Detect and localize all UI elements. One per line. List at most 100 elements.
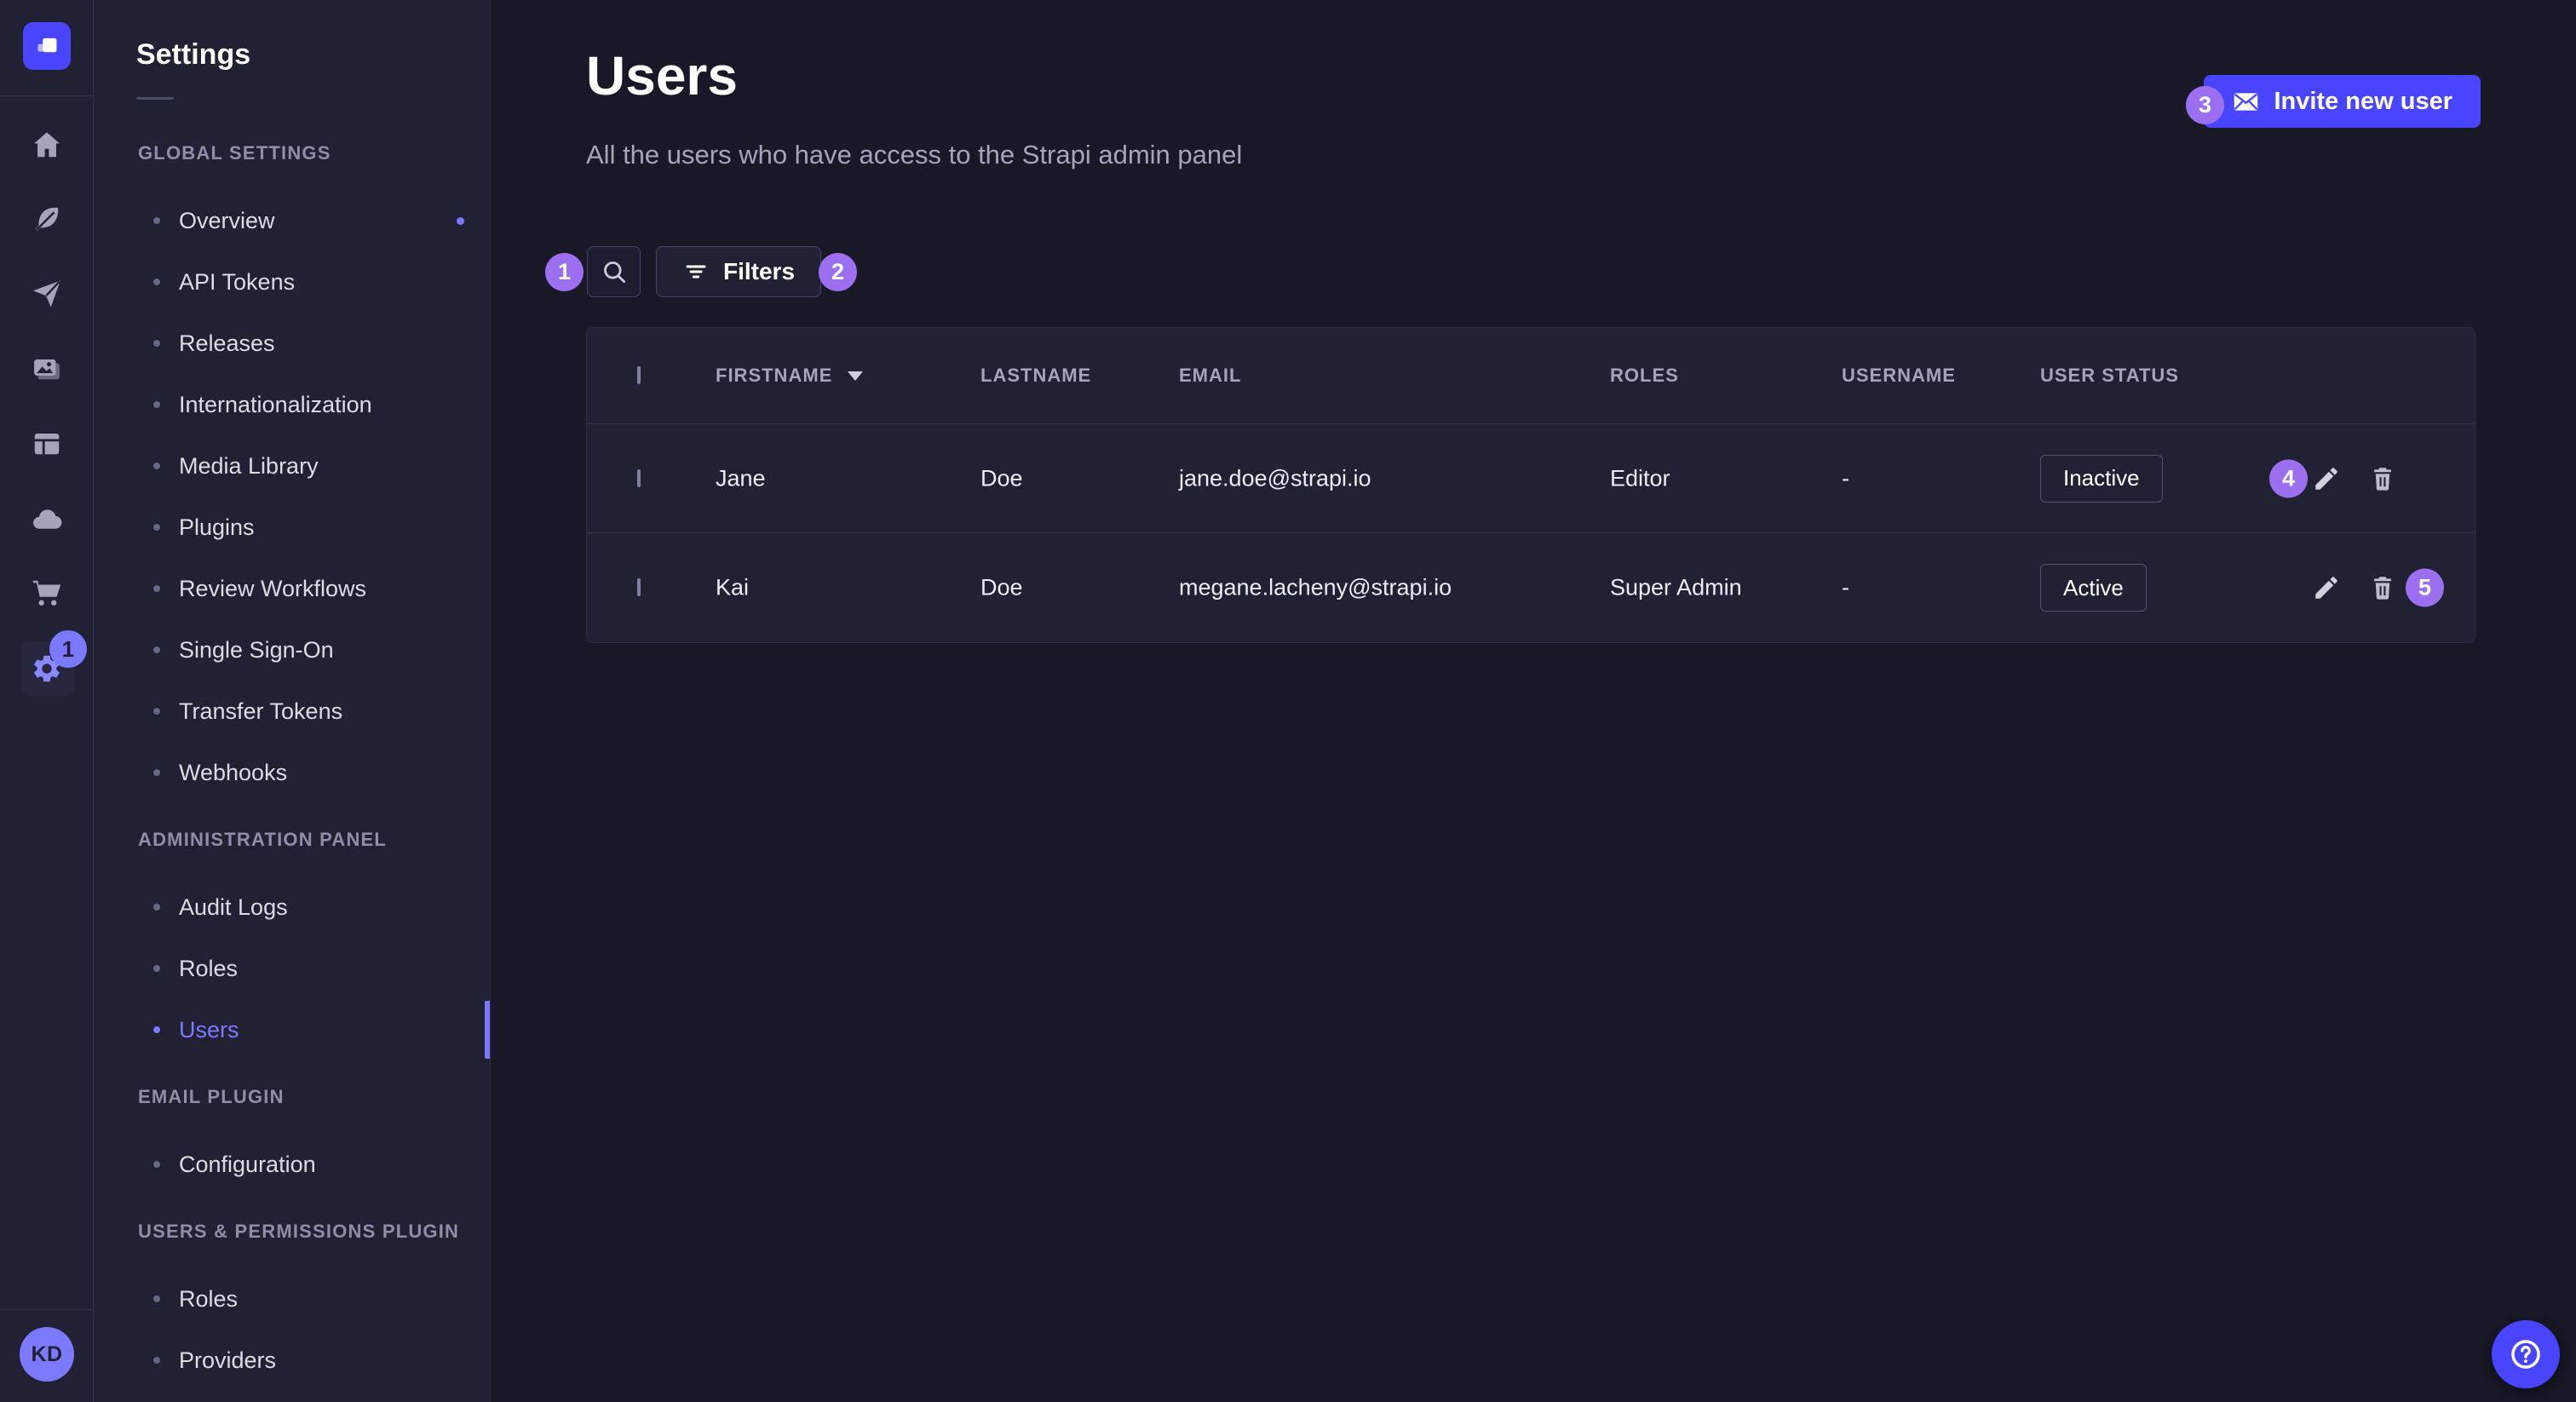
section-label-users-permissions-plugin: USERS & PERMISSIONS PLUGIN <box>138 1221 490 1243</box>
sidebar-item-label: Overview <box>179 208 275 234</box>
sidebar-title-underline <box>136 97 174 100</box>
section-label-global-settings: GLOBAL SETTINGS <box>138 142 490 164</box>
column-header-user-status[interactable]: USER STATUS <box>2040 365 2179 387</box>
main-content: Users All the users who have access to t… <box>492 0 2576 1402</box>
envelope-icon <box>2232 88 2260 116</box>
invite-new-user-button[interactable]: Invite new user <box>2204 75 2481 128</box>
invite-button-label: Invite new user <box>2274 88 2452 116</box>
feather-icon[interactable] <box>30 202 64 236</box>
page-title: Users <box>586 46 738 106</box>
pencil-icon <box>2312 464 2341 493</box>
sidebar-item-users[interactable]: Users <box>94 999 490 1060</box>
settings-notification-badge: 1 <box>49 630 87 668</box>
strapi-admin-app: 1 KD Settings GLOBAL SETTINGS Overview A… <box>0 0 2576 1402</box>
sidebar-item-label: Plugins <box>179 514 255 541</box>
filters-button-label: Filters <box>723 258 795 285</box>
cell-email: jane.doe@strapi.io <box>1179 465 1371 491</box>
sidebar-item-label: Users <box>179 1017 239 1043</box>
strapi-logo-glyph <box>32 32 61 60</box>
home-icon[interactable] <box>30 128 64 162</box>
sidebar-item-audit-logs[interactable]: Audit Logs <box>94 876 490 938</box>
status-badge: Active <box>2040 564 2147 612</box>
status-badge: Inactive <box>2040 455 2163 503</box>
sidebar-item-label: Media Library <box>179 453 319 480</box>
annotation-badge-5: 5 <box>2406 569 2444 607</box>
sidebar-item-media-library[interactable]: Media Library <box>94 435 490 497</box>
media-library-icon[interactable] <box>30 353 64 387</box>
help-button[interactable] <box>2492 1320 2560 1388</box>
cell-username: - <box>1842 465 1849 491</box>
bullet-icon <box>153 585 160 592</box>
annotation-badge-4: 4 <box>2269 459 2308 497</box>
bullet-icon <box>153 401 160 408</box>
sidebar-item-releases[interactable]: Releases <box>94 313 490 374</box>
sidebar-item-transfer-tokens[interactable]: Transfer Tokens <box>94 681 490 742</box>
column-header-firstname[interactable]: FIRSTNAME <box>716 365 863 387</box>
sidebar-item-internationalization[interactable]: Internationalization <box>94 374 490 435</box>
sidebar-item-label: Review Workflows <box>179 576 366 602</box>
layout-icon[interactable] <box>30 427 64 461</box>
sidebar-item-up-roles[interactable]: Roles <box>94 1268 490 1330</box>
search-button[interactable] <box>587 246 641 297</box>
delete-user-button[interactable] <box>2364 569 2401 606</box>
sidebar-item-label: Internationalization <box>179 392 372 418</box>
row-checkbox[interactable] <box>637 469 641 487</box>
row-checkbox[interactable] <box>637 578 641 596</box>
sidebar-item-providers[interactable]: Providers <box>94 1330 490 1391</box>
page-subtitle: All the users who have access to the Str… <box>586 140 1242 170</box>
question-mark-circle-icon <box>2508 1336 2544 1372</box>
table-row-kai[interactable]: Kai Doe megane.lacheny@strapi.io Super A… <box>587 533 2475 642</box>
sidebar-item-admin-roles[interactable]: Roles <box>94 938 490 999</box>
settings-sidebar: Settings GLOBAL SETTINGS Overview API To… <box>94 0 491 1402</box>
user-avatar[interactable]: KD <box>20 1327 74 1382</box>
sidebar-item-single-sign-on[interactable]: Single Sign-On <box>94 619 490 681</box>
filters-button[interactable]: Filters <box>656 246 821 297</box>
bullet-icon <box>153 1357 160 1364</box>
cell-username: - <box>1842 575 1849 601</box>
column-header-roles[interactable]: ROLES <box>1610 365 1679 387</box>
bullet-icon <box>153 1026 160 1033</box>
table-row-jane[interactable]: Jane Doe jane.doe@strapi.io Editor - Ina… <box>587 424 2475 533</box>
sidebar-item-review-workflows[interactable]: Review Workflows <box>94 558 490 619</box>
bullet-icon <box>153 279 160 285</box>
cloud-icon[interactable] <box>30 503 64 537</box>
notification-dot <box>457 217 464 225</box>
bullet-icon <box>153 463 160 469</box>
delete-user-button[interactable] <box>2364 460 2401 497</box>
column-header-lastname[interactable]: LASTNAME <box>980 365 1091 387</box>
sidebar-item-overview[interactable]: Overview <box>94 190 490 251</box>
cell-roles: Editor <box>1610 465 1670 491</box>
select-all-checkbox[interactable] <box>637 366 641 384</box>
sidebar-item-configuration[interactable]: Configuration <box>94 1134 490 1195</box>
strapi-logo[interactable] <box>23 22 71 70</box>
table-toolbar: Filters <box>587 246 821 297</box>
sidebar-item-label: Transfer Tokens <box>179 698 342 725</box>
column-header-username[interactable]: USERNAME <box>1842 365 1956 387</box>
sidebar-item-plugins[interactable]: Plugins <box>94 497 490 558</box>
bullet-icon <box>153 769 160 776</box>
rail-bottom-divider <box>0 1309 94 1310</box>
sidebar-item-api-tokens[interactable]: API Tokens <box>94 251 490 313</box>
edit-user-button[interactable] <box>2308 569 2345 606</box>
bullet-icon <box>153 524 160 531</box>
annotation-badge-3: 3 <box>2186 86 2224 124</box>
edit-user-button[interactable] <box>2308 460 2345 497</box>
trash-icon <box>2368 573 2397 602</box>
table-header-row: FIRSTNAME LASTNAME EMAIL ROLES USERNAME … <box>587 328 2475 424</box>
bullet-icon <box>153 904 160 911</box>
users-table: FIRSTNAME LASTNAME EMAIL ROLES USERNAME … <box>586 327 2475 643</box>
section-label-email-plugin: EMAIL PLUGIN <box>138 1086 490 1108</box>
annotation-badge-1: 1 <box>545 253 584 291</box>
active-indicator <box>485 1001 491 1059</box>
sidebar-item-label: Roles <box>179 956 238 982</box>
cart-icon[interactable] <box>30 576 64 610</box>
send-icon[interactable] <box>30 277 64 311</box>
sidebar-item-webhooks[interactable]: Webhooks <box>94 742 490 803</box>
trash-icon <box>2368 464 2397 493</box>
column-header-email[interactable]: EMAIL <box>1179 365 1241 387</box>
sidebar-item-label: Roles <box>179 1286 238 1313</box>
cell-firstname: Jane <box>716 465 766 491</box>
annotation-badge-2: 2 <box>819 253 857 291</box>
search-icon <box>600 257 629 286</box>
sort-caret-icon <box>848 371 863 381</box>
